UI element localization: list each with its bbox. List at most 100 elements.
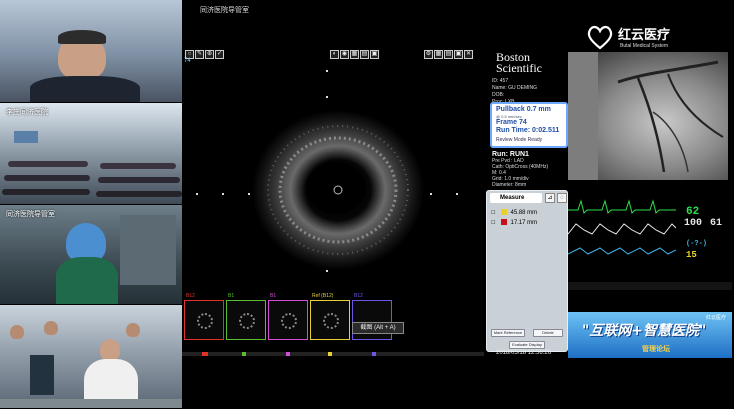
- thumbnail-label: B12: [186, 293, 195, 299]
- pressure-waveform: [568, 223, 676, 235]
- run-info: Run: RUN1 Pre Pvd : LAD Cath: OptiCross …: [492, 151, 548, 188]
- measurement-row[interactable]: ☐ 17.17 mm: [491, 219, 565, 227]
- angiography-view[interactable]: [568, 52, 728, 180]
- pencil-tool-button[interactable]: ✎: [195, 50, 204, 59]
- mode-status: Review Mode Ready: [496, 137, 543, 143]
- video-tile-auditorium[interactable]: 李庄同济医院: [0, 103, 182, 205]
- spo2-value: 15: [686, 250, 697, 260]
- save-tool-button[interactable]: ▣: [454, 50, 463, 59]
- evaluate-display-button[interactable]: Evaluate Display: [509, 341, 545, 349]
- thumbnail-image: [239, 313, 255, 329]
- scale-dot: [430, 193, 432, 195]
- speaker-body: [30, 76, 140, 102]
- print-tool-button[interactable]: ▤: [444, 50, 453, 59]
- image-tool-button[interactable]: ▦: [350, 50, 359, 59]
- measure-value: 17.17 mm: [510, 220, 538, 226]
- attendee: [126, 323, 140, 337]
- scale-dot: [326, 270, 328, 272]
- delete-button[interactable]: Delete: [533, 329, 563, 337]
- measure-color-swatch: [501, 209, 508, 215]
- scale-dot: [456, 193, 458, 195]
- datetime: 2018/05/18 12:56:26: [496, 350, 552, 356]
- video-tile-audience[interactable]: [0, 305, 182, 409]
- crowd-row: [96, 191, 182, 197]
- settings-tool-button[interactable]: ⚙: [424, 50, 433, 59]
- frame-thumbnail[interactable]: B12: [184, 293, 224, 340]
- crowd-row: [100, 163, 176, 169]
- frame-label: Frame 74: [496, 119, 527, 126]
- chair: [30, 355, 54, 395]
- zoom-tool-button[interactable]: ⊕: [205, 50, 214, 59]
- scale-dot: [326, 70, 328, 72]
- patient-name: Name: GU DEMING: [492, 85, 538, 91]
- layout-tool-button[interactable]: ▤: [360, 50, 369, 59]
- angio-sidebar: [568, 52, 598, 180]
- crowd-row: [8, 161, 88, 167]
- ivus-cross-section[interactable]: [252, 110, 424, 270]
- patient-id: ID: 457: [492, 78, 509, 84]
- company-logo: 红云医疗 Butal Medical System: [584, 22, 732, 54]
- measurement-row[interactable]: ☐ 45.88 mm: [491, 209, 565, 217]
- checkbox-icon[interactable]: ☐: [491, 220, 495, 226]
- gauge-tool-button[interactable]: ◉: [340, 50, 349, 59]
- patient-monitor: 62 100 61 (-?-) 15: [568, 190, 732, 286]
- frame-number: 74: [184, 58, 191, 64]
- ivus-viewer: 同济医院导管室 ○ ✎ ⊕ ✓ 74 ◐ ◉ ▦ ▤ ▣ ⚙ ▦ ▤ ▣ ✕ B…: [182, 0, 484, 409]
- view-tool-button[interactable]: ◐: [330, 50, 339, 59]
- frame-thumbnail[interactable]: B12: [352, 293, 392, 340]
- grid-tool-button[interactable]: ▦: [434, 50, 443, 59]
- coronary-vessels: [617, 60, 724, 173]
- pullback-label: Pullback 0.7 mm: [496, 106, 551, 113]
- thumbnail-label: B1: [228, 293, 235, 299]
- company-name: 红云医疗: [618, 28, 671, 43]
- banner-corner-logo: 红云医疗: [705, 315, 726, 321]
- wall-screen: [14, 131, 38, 143]
- video-column: 李庄同济医院 同济医院导管室: [0, 0, 182, 409]
- frame-thumbnail[interactable]: Ref (B12): [310, 293, 350, 340]
- frame-thumbnail[interactable]: B1: [226, 293, 266, 340]
- bp-systolic-value: 100: [684, 218, 703, 229]
- check-tool-button[interactable]: ✓: [215, 50, 224, 59]
- track-marker: [242, 352, 246, 356]
- run-detail: Diameter: 8mm: [492, 182, 527, 188]
- thumbnail-image: [281, 313, 297, 329]
- speaker-hair: [58, 30, 106, 44]
- measure-title: Measure: [500, 195, 525, 201]
- mark-reference-button[interactable]: Mark Reference: [491, 329, 525, 337]
- brand-line: Scientific: [496, 61, 542, 75]
- crowd-row: [2, 189, 90, 195]
- measure-panel: Measure ⊿ ◌ ☐ 45.88 mm ☐ 17.17 mm Mark Ref…: [486, 190, 568, 352]
- scale-dot: [196, 193, 198, 195]
- video-tile-cathlab[interactable]: 同济医院导管室: [0, 205, 182, 305]
- ruler-icon[interactable]: ⊿: [545, 193, 555, 203]
- frame-thumbnail[interactable]: B1: [268, 293, 308, 340]
- pullback-card: Pullback 0.7 mm @ 0.5 mm/sec Frame 74 Ru…: [490, 102, 568, 148]
- scale-dot: [326, 96, 328, 98]
- forum-banner: 红云医疗 "互联网+智慧医院" 管理论坛: [568, 312, 732, 358]
- thumbnail-image: [197, 313, 213, 329]
- scale-dot: [248, 193, 250, 195]
- close-tool-button[interactable]: ✕: [464, 50, 473, 59]
- spo2-waveform: [568, 247, 676, 255]
- pullback-track[interactable]: [182, 352, 484, 356]
- crowd-row: [98, 177, 180, 183]
- area-icon[interactable]: ◌: [557, 193, 567, 203]
- company-subtitle: Butal Medical System: [620, 43, 669, 49]
- banner-subtitle: 管理论坛: [642, 345, 670, 353]
- measure-tab[interactable]: Measure: [490, 193, 542, 203]
- surgeon-body: [56, 257, 118, 304]
- video-tile-speaker[interactable]: [0, 0, 182, 103]
- video-label: 李庄同济医院: [6, 108, 48, 116]
- presenter-head: [100, 339, 120, 361]
- desk: [0, 399, 182, 408]
- scale-dot: [222, 193, 224, 195]
- checkbox-icon[interactable]: ☐: [491, 210, 495, 216]
- attendee: [10, 325, 24, 339]
- measure-value: 45.88 mm: [510, 210, 538, 216]
- extra-reading: (-?-): [686, 240, 708, 248]
- track-marker: [202, 352, 208, 356]
- patient-dob: DOB:: [492, 92, 505, 98]
- track-marker: [372, 352, 376, 356]
- export-tool-button[interactable]: ▣: [370, 50, 379, 59]
- measure-color-swatch: [501, 219, 508, 225]
